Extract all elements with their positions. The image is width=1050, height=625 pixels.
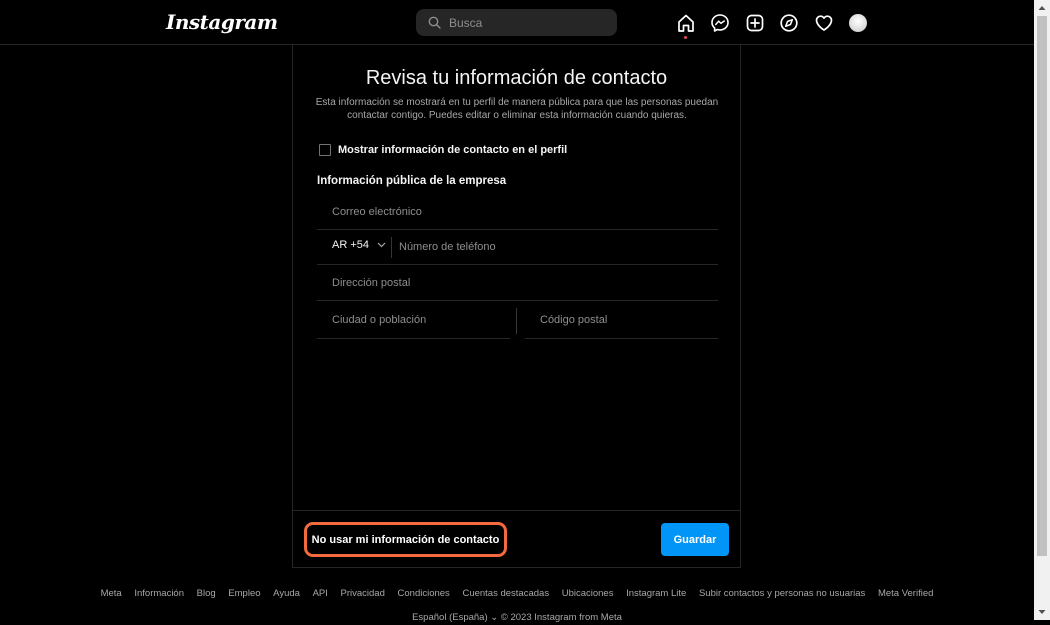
avatar[interactable] — [849, 14, 867, 32]
show-contact-checkbox-row[interactable]: Mostrar información de contacto en el pe… — [319, 143, 567, 157]
explore-icon[interactable] — [779, 13, 799, 33]
divider — [391, 237, 392, 258]
modal-description: Esta información se mostrará en tu perfi… — [315, 97, 719, 121]
footer-link[interactable]: Cuentas destacadas — [462, 588, 549, 599]
city-input[interactable] — [317, 301, 510, 338]
zip-input[interactable] — [525, 301, 718, 338]
zip-field[interactable] — [525, 301, 718, 339]
footer-link[interactable]: Meta — [101, 588, 122, 599]
show-contact-checkbox[interactable] — [319, 144, 331, 156]
footer-link[interactable]: Privacidad — [341, 588, 385, 599]
no-use-contact-button[interactable]: No usar mi información de contacto — [304, 522, 507, 557]
home-icon[interactable] — [676, 13, 696, 33]
scroll-down-arrow-icon[interactable] — [1034, 604, 1050, 620]
address-input[interactable] — [317, 265, 718, 300]
email-input[interactable] — [317, 195, 718, 229]
footer-link[interactable]: Condiciones — [398, 588, 450, 599]
footer-link[interactable]: API — [313, 588, 328, 599]
search-box[interactable] — [416, 9, 617, 36]
email-field[interactable] — [317, 195, 718, 230]
footer-link[interactable]: Instagram Lite — [626, 588, 686, 599]
modal-title: Revisa tu información de contacto — [365, 67, 668, 89]
address-field[interactable] — [317, 265, 718, 301]
scroll-up-arrow-icon[interactable] — [1034, 0, 1050, 16]
section-title: Información pública de la empresa — [317, 175, 507, 187]
footer-link[interactable]: Empleo — [228, 588, 260, 599]
instagram-logo[interactable]: Instagram — [166, 10, 278, 34]
scrollbar[interactable] — [1034, 0, 1050, 620]
modal-footer: No usar mi información de contacto Guard… — [293, 510, 740, 557]
divider — [516, 308, 517, 334]
search-icon — [428, 16, 441, 29]
top-nav: Instagram — [0, 0, 1034, 45]
footer-link[interactable]: Información — [134, 588, 184, 599]
scrollbar-thumb[interactable] — [1037, 16, 1047, 556]
phone-field: AR +54 — [317, 230, 718, 265]
chevron-down-icon — [377, 242, 386, 248]
footer-links: Meta Información Blog Empleo Ayuda API P… — [0, 588, 1034, 599]
city-field[interactable] — [317, 301, 510, 339]
create-icon[interactable] — [745, 13, 765, 33]
footer-link[interactable]: Blog — [197, 588, 216, 599]
show-contact-label[interactable]: Mostrar información de contacto en el pe… — [338, 144, 567, 156]
footer-link[interactable]: Ubicaciones — [562, 588, 614, 599]
search-input[interactable] — [449, 9, 609, 36]
save-button[interactable]: Guardar — [661, 523, 729, 556]
heart-icon[interactable] — [814, 13, 834, 33]
phone-input[interactable] — [399, 230, 699, 264]
country-code-value: AR +54 — [332, 239, 369, 251]
footer-language-copyright[interactable]: Español (España) ⌄ © 2023 Instagram from… — [0, 612, 1034, 623]
country-code-select[interactable]: AR +54 — [332, 239, 386, 251]
footer-link[interactable]: Subir contactos y personas no usuarias — [699, 588, 865, 599]
footer-link[interactable]: Meta Verified — [878, 588, 933, 599]
messenger-icon[interactable] — [710, 13, 730, 33]
active-indicator-dot — [684, 36, 687, 39]
contact-info-modal: Revisa tu información de contacto Esta i… — [292, 45, 741, 568]
footer-link[interactable]: Ayuda — [273, 588, 300, 599]
